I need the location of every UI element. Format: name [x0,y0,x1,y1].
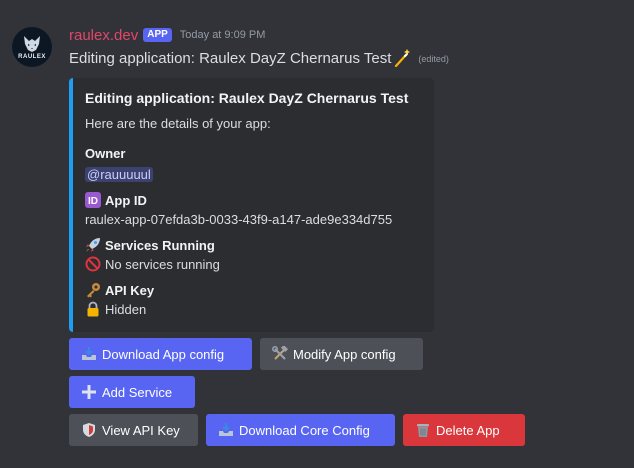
modify-app-config-label: Modify App config [293,346,396,362]
plus-icon [82,385,96,399]
api-key-field: API Key Hidden [85,282,422,318]
magic-wand-icon [395,49,411,67]
api-key-label: API Key [105,282,155,298]
app-id-field: ID App ID raulex-app-07efda3b-0033-43f9-… [85,192,422,228]
app-id-field-name: ID App ID [85,192,422,208]
services-value: No services running [105,256,220,272]
message-content: Editing application: Raulex DayZ Chernar… [69,48,449,68]
owner-mention[interactable]: @rauuuuul [85,166,153,182]
add-service-label: Add Service [102,384,173,400]
rocket-icon [86,238,100,252]
svg-text:ID: ID [88,196,98,207]
key-icon [87,283,100,298]
username[interactable]: raulex.dev [69,27,138,44]
hammer-wrench-icon [272,346,288,360]
owner-field-name: Owner [85,145,126,161]
embed-description: Here are the details of your app: [85,116,271,131]
inbox-tray-icon [219,423,233,436]
view-api-key-label: View API Key [102,422,180,438]
owner-field: Owner @rauuuuul [85,145,422,183]
download-app-config-button[interactable]: Download App config [69,338,252,370]
inbox-tray-icon [82,347,96,360]
add-service-button[interactable]: Add Service [69,376,195,408]
delete-app-label: Delete App [436,422,500,438]
services-value-row: No services running [85,255,422,273]
message-text: Editing application: Raulex DayZ Chernar… [69,49,392,67]
wastebasket-icon [417,424,429,437]
download-app-config-label: Download App config [102,346,225,362]
avatar[interactable]: RAULEX [12,27,52,67]
app-id-label: App ID [105,192,147,208]
api-key-field-name: API Key [85,282,422,298]
embed-title: Editing application: Raulex DayZ Chernar… [85,90,409,106]
api-key-value: Hidden [105,301,147,317]
view-api-key-button[interactable]: View API Key [69,414,198,446]
services-label: Services Running [105,237,215,253]
shield-icon [83,423,95,437]
embed-card: Editing application: Raulex DayZ Chernar… [69,78,434,332]
avatar-text: RAULEX [18,53,46,60]
services-field-name: Services Running [85,237,422,253]
edited-label: (edited) [418,54,449,64]
message-header: raulex.dev APP Today at 9:09 PM [69,26,265,44]
timestamp: Today at 9:09 PM [179,29,266,41]
id-icon: ID [85,192,101,208]
app-id-value: raulex-app-07efda3b-0033-43f9-a147-ade9e… [85,211,393,227]
services-field: Services Running No services running [85,237,422,273]
api-key-value-row: Hidden [85,300,422,318]
delete-app-button[interactable]: Delete App [403,414,525,446]
wolf-logo-icon [24,35,40,52]
owner-field-value: @rauuuuul [85,165,422,183]
download-core-config-button[interactable]: Download Core Config [206,414,395,446]
app-badge: APP [143,28,172,42]
no-entry-icon [85,256,101,272]
download-core-config-label: Download Core Config [239,422,370,438]
modify-app-config-button[interactable]: Modify App config [260,338,423,370]
lock-icon [87,301,99,317]
